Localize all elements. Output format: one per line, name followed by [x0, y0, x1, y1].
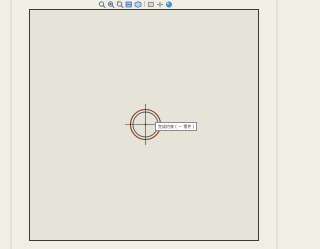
view-orientation-icon[interactable]: [134, 0, 142, 8]
display-style-icon[interactable]: [147, 1, 155, 8]
circle-center-point[interactable]: [144, 123, 147, 126]
left-panel-edge: [10, 0, 12, 249]
section-view-icon[interactable]: [125, 1, 133, 8]
constraint-tooltip: 完成约束 ( 一 零件 ): [155, 122, 198, 131]
heads-up-view-toolbar: [98, 0, 180, 8]
zoom-area-icon[interactable]: [107, 0, 115, 8]
right-panel-edge: [276, 0, 278, 249]
graphics-area[interactable]: 完成约束 ( 一 零件 ): [29, 9, 259, 241]
hide-show-icon[interactable]: [156, 1, 164, 8]
appearance-icon[interactable]: [165, 1, 173, 8]
zoom-fit-icon[interactable]: [98, 0, 106, 8]
toolbar-separator: [144, 1, 145, 7]
zoom-previous-icon[interactable]: [116, 0, 124, 8]
